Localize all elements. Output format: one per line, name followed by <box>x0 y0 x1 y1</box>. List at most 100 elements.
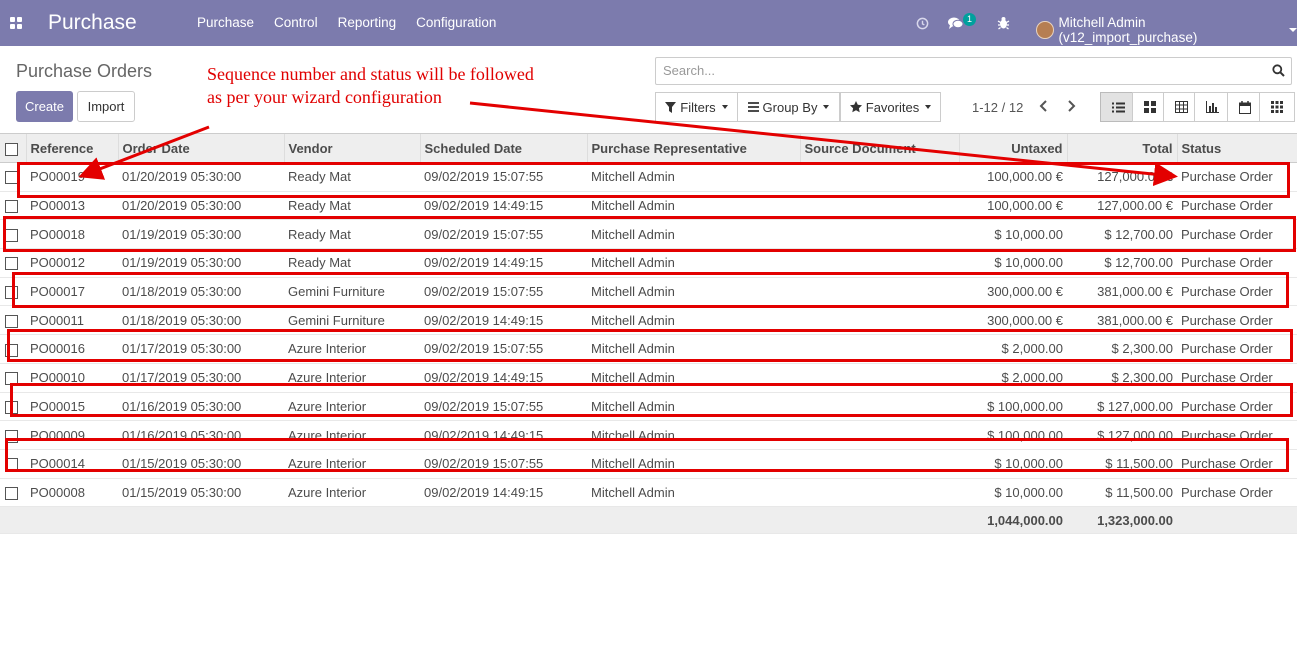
chat-icon[interactable] <box>947 0 964 46</box>
cell-vendor: Azure Interior <box>284 334 420 364</box>
pager-previous-icon[interactable] <box>1037 99 1051 113</box>
total-untaxed: 1,044,000.00 <box>959 506 1067 535</box>
cell-total: $ 127,000.00 <box>1067 392 1177 422</box>
cell-representative: Mitchell Admin <box>587 162 800 192</box>
cell-status: Purchase Order <box>1177 277 1297 307</box>
import-button[interactable]: Import <box>77 91 135 122</box>
avatar <box>1036 21 1054 39</box>
row-checkbox[interactable] <box>0 248 26 278</box>
groupby-button[interactable]: Group By <box>737 92 840 122</box>
totals-row: 1,044,000.00 1,323,000.00 <box>0 506 1297 535</box>
cell-total: $ 2,300.00 <box>1067 334 1177 364</box>
col-vendor[interactable]: Vendor <box>283 133 420 163</box>
cell-status: Purchase Order <box>1177 420 1297 450</box>
col-status[interactable]: Status <box>1176 133 1297 163</box>
select-all-checkbox[interactable] <box>0 133 26 163</box>
row-checkbox[interactable] <box>0 334 26 364</box>
pager-next-icon[interactable] <box>1064 99 1078 113</box>
cell-order-date: 01/20/2019 05:30:00 <box>118 162 284 192</box>
total-total: 1,323,000.00 <box>1067 506 1177 535</box>
menu-configuration[interactable]: Configuration <box>406 15 506 30</box>
col-representative[interactable]: Purchase Representative <box>586 133 800 163</box>
table-row[interactable]: PO00018 01/19/2019 05:30:00 Ready Mat 09/02… <box>0 219 1297 250</box>
row-checkbox[interactable] <box>0 420 26 450</box>
filter-icon <box>665 101 677 113</box>
user-menu[interactable]: Mitchell Admin (v12_import_purchase) <box>1036 15 1297 45</box>
row-checkbox[interactable] <box>0 478 26 508</box>
table-row[interactable]: PO00015 01/16/2019 05:30:00 Azure Interior… <box>0 392 1297 422</box>
cell-untaxed: $ 10,000.00 <box>959 219 1067 250</box>
calendar-icon <box>1239 100 1251 114</box>
cell-source-document <box>800 449 959 479</box>
cell-scheduled-date: 09/02/2019 14:49:15 <box>420 363 587 393</box>
debug-bug-icon[interactable] <box>997 0 1010 46</box>
cell-status: Purchase Order <box>1177 334 1297 364</box>
cell-source-document <box>800 219 959 250</box>
menu-purchase[interactable]: Purchase <box>187 15 264 30</box>
cell-untaxed: $ 10,000.00 <box>959 248 1067 278</box>
graph-view-button[interactable] <box>1194 92 1230 122</box>
filters-button[interactable]: Filters <box>655 92 738 122</box>
pager-value[interactable]: 1-12 / 12 <box>972 100 1023 115</box>
table-icon <box>1174 101 1188 113</box>
search-icon[interactable] <box>1272 64 1285 77</box>
table-row[interactable]: PO00019 01/20/2019 05:30:00 Ready Mat 09/02… <box>0 162 1297 192</box>
list-icon <box>1111 102 1125 112</box>
cell-representative: Mitchell Admin <box>587 334 800 364</box>
favorites-label: Favorites <box>865 99 920 115</box>
cell-status: Purchase Order <box>1177 363 1297 393</box>
row-checkbox[interactable] <box>0 191 26 221</box>
apps-menu-icon[interactable] <box>10 17 22 29</box>
table-row[interactable]: PO00008 01/15/2019 05:30:00 Azure Interior… <box>0 478 1297 508</box>
cell-vendor: Ready Mat <box>284 248 420 278</box>
purchase-orders-table: Reference Order Date Vendor Scheduled Da… <box>0 133 1297 535</box>
table-row[interactable]: PO00012 01/19/2019 05:30:00 Ready Mat 09/02… <box>0 248 1297 278</box>
row-checkbox[interactable] <box>0 162 26 192</box>
activity-clock-icon[interactable] <box>916 0 930 46</box>
table-row[interactable]: PO00016 01/17/2019 05:30:00 Azure Interior… <box>0 334 1297 364</box>
cell-scheduled-date: 09/02/2019 15:07:55 <box>420 334 587 364</box>
cell-representative: Mitchell Admin <box>587 478 800 508</box>
menu-reporting[interactable]: Reporting <box>328 15 407 30</box>
cell-reference: PO00015 <box>26 392 118 422</box>
menu-control[interactable]: Control <box>264 15 328 30</box>
cell-order-date: 01/18/2019 05:30:00 <box>118 277 284 307</box>
favorites-button[interactable]: Favorites <box>840 92 941 122</box>
row-checkbox[interactable] <box>0 219 26 250</box>
row-checkbox[interactable] <box>0 363 26 393</box>
cell-untaxed: $ 100,000.00 <box>959 392 1067 422</box>
calendar-view-button[interactable] <box>1227 92 1263 122</box>
table-row[interactable]: PO00014 01/15/2019 05:30:00 Azure Interior… <box>0 449 1297 479</box>
row-checkbox[interactable] <box>0 449 26 479</box>
table-row[interactable]: PO00010 01/17/2019 05:30:00 Azure Interior… <box>0 363 1297 393</box>
list-view-button[interactable] <box>1100 92 1136 122</box>
row-checkbox[interactable] <box>0 305 26 336</box>
cell-vendor: Ready Mat <box>284 191 420 221</box>
col-total[interactable]: Total <box>1066 133 1177 163</box>
cell-source-document <box>800 478 959 508</box>
cell-total: $ 11,500.00 <box>1067 449 1177 479</box>
cell-order-date: 01/17/2019 05:30:00 <box>118 334 284 364</box>
table-row[interactable]: PO00017 01/18/2019 05:30:00 Gemini Furnitu… <box>0 277 1297 307</box>
row-checkbox[interactable] <box>0 277 26 307</box>
cell-source-document <box>800 363 959 393</box>
row-checkbox[interactable] <box>0 392 26 422</box>
col-source-document[interactable]: Source Document <box>799 133 959 163</box>
col-untaxed[interactable]: Untaxed <box>958 133 1067 163</box>
col-reference[interactable]: Reference <box>25 133 118 163</box>
cell-vendor: Azure Interior <box>284 420 420 450</box>
table-row[interactable]: PO00009 01/16/2019 05:30:00 Azure Interior… <box>0 420 1297 450</box>
table-row[interactable]: PO00013 01/20/2019 05:30:00 Ready Mat 09/02… <box>0 191 1297 221</box>
create-button[interactable]: Create <box>16 91 73 122</box>
table-row[interactable]: PO00011 01/18/2019 05:30:00 Gemini Furnitu… <box>0 305 1297 336</box>
col-scheduled-date[interactable]: Scheduled Date <box>419 133 587 163</box>
cell-vendor: Gemini Furniture <box>284 277 420 307</box>
col-order-date[interactable]: Order Date <box>117 133 284 163</box>
activity-view-button[interactable] <box>1259 92 1295 122</box>
cell-scheduled-date: 09/02/2019 15:07:55 <box>420 392 587 422</box>
cell-scheduled-date: 09/02/2019 15:07:55 <box>420 219 587 250</box>
cell-status: Purchase Order <box>1177 162 1297 192</box>
search-input[interactable] <box>661 62 1255 79</box>
cell-reference: PO00009 <box>26 420 118 450</box>
cell-scheduled-date: 09/02/2019 15:07:55 <box>420 277 587 307</box>
